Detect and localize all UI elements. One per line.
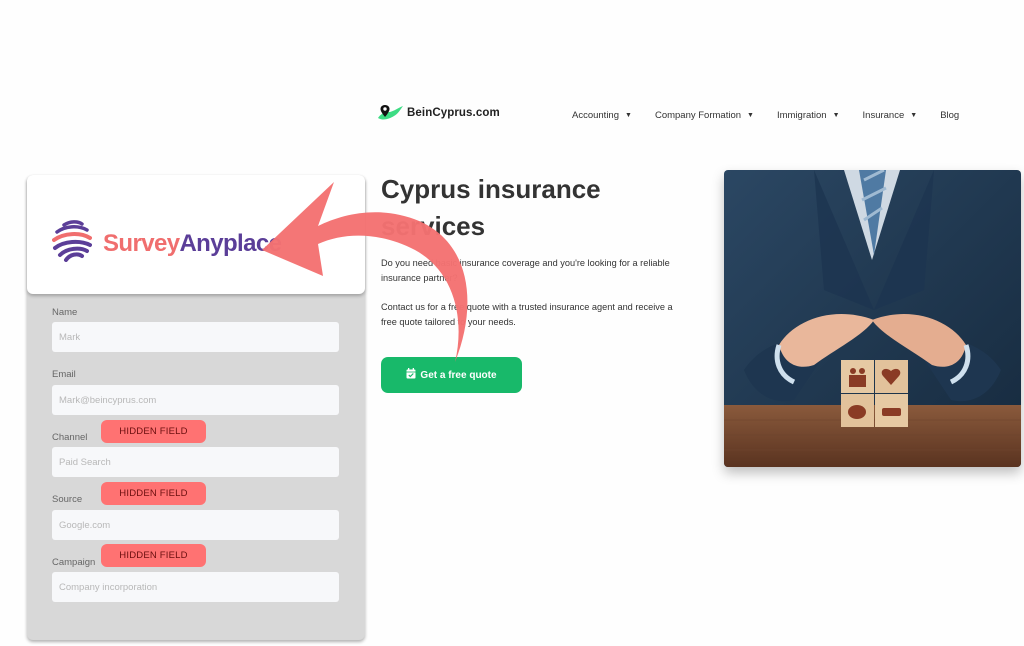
site-brand-name: BeinCyprus.com bbox=[407, 107, 500, 119]
cta-label: Get a free quote bbox=[420, 369, 497, 381]
hidden-field-badge: HIDDEN FIELD bbox=[101, 544, 206, 567]
survey-anyplace-globe-icon bbox=[52, 220, 92, 267]
hero-title-line1: Cyprus insurance bbox=[381, 174, 601, 204]
calendar-check-icon bbox=[406, 368, 416, 382]
email-field[interactable]: Mark@beincyprus.com bbox=[52, 385, 339, 415]
hero-title-line2: services bbox=[381, 211, 486, 241]
nav-item-insurance[interactable]: Insurance ▼ bbox=[863, 110, 918, 121]
nav-item-immigration[interactable]: Immigration ▼ bbox=[777, 110, 840, 121]
hero-paragraph-2: Contact us for a free quote with a trust… bbox=[381, 302, 673, 327]
survey-anyplace-wordmark: SurveyAnyplace bbox=[103, 229, 282, 258]
hidden-field-badge: HIDDEN FIELD bbox=[101, 482, 206, 505]
wordmark-anyplace: Anyplace bbox=[179, 229, 282, 257]
hero-paragraph-1: Do you need basic insurance coverage and… bbox=[381, 258, 670, 283]
insurance-hero-image bbox=[724, 170, 1021, 467]
nav-label: Insurance bbox=[862, 110, 905, 121]
channel-field[interactable]: Paid Search bbox=[52, 447, 339, 477]
nav-label: Accounting bbox=[572, 110, 620, 121]
hero-title: Cyprus insurance services bbox=[381, 171, 711, 245]
caret-down-icon: ▼ bbox=[625, 112, 632, 119]
nav-label: Company Formation bbox=[654, 110, 742, 121]
email-label: Email bbox=[52, 369, 76, 380]
cyprus-map-pin-icon bbox=[376, 103, 404, 123]
site-logo[interactable]: BeinCyprus.com bbox=[376, 103, 500, 123]
hidden-field-badge: HIDDEN FIELD bbox=[101, 420, 206, 443]
channel-label: Channel bbox=[52, 432, 88, 443]
nav-item-blog[interactable]: Blog bbox=[940, 110, 959, 121]
survey-anyplace-logo: SurveyAnyplace bbox=[52, 220, 282, 267]
caret-down-icon: ▼ bbox=[747, 112, 754, 119]
campaign-label: Campaign bbox=[52, 557, 96, 568]
campaign-field[interactable]: Company incorporation bbox=[52, 572, 339, 602]
nav-label: Immigration bbox=[776, 110, 827, 121]
caret-down-icon: ▼ bbox=[832, 112, 840, 119]
get-free-quote-button[interactable]: Get a free quote bbox=[381, 357, 522, 393]
name-label: Name bbox=[52, 307, 78, 318]
name-field[interactable]: Mark bbox=[52, 322, 339, 352]
wordmark-survey: Survey bbox=[103, 229, 180, 257]
nav-label: Blog bbox=[940, 110, 960, 121]
caret-down-icon: ▼ bbox=[910, 112, 918, 119]
nav-item-accounting[interactable]: Accounting ▼ bbox=[572, 110, 632, 121]
main-nav: Accounting ▼ Company Formation ▼ Immigra… bbox=[572, 110, 959, 121]
source-field[interactable]: Google.com bbox=[52, 510, 339, 540]
nav-item-company-formation[interactable]: Company Formation ▼ bbox=[655, 110, 754, 121]
source-label: Source bbox=[52, 494, 83, 505]
